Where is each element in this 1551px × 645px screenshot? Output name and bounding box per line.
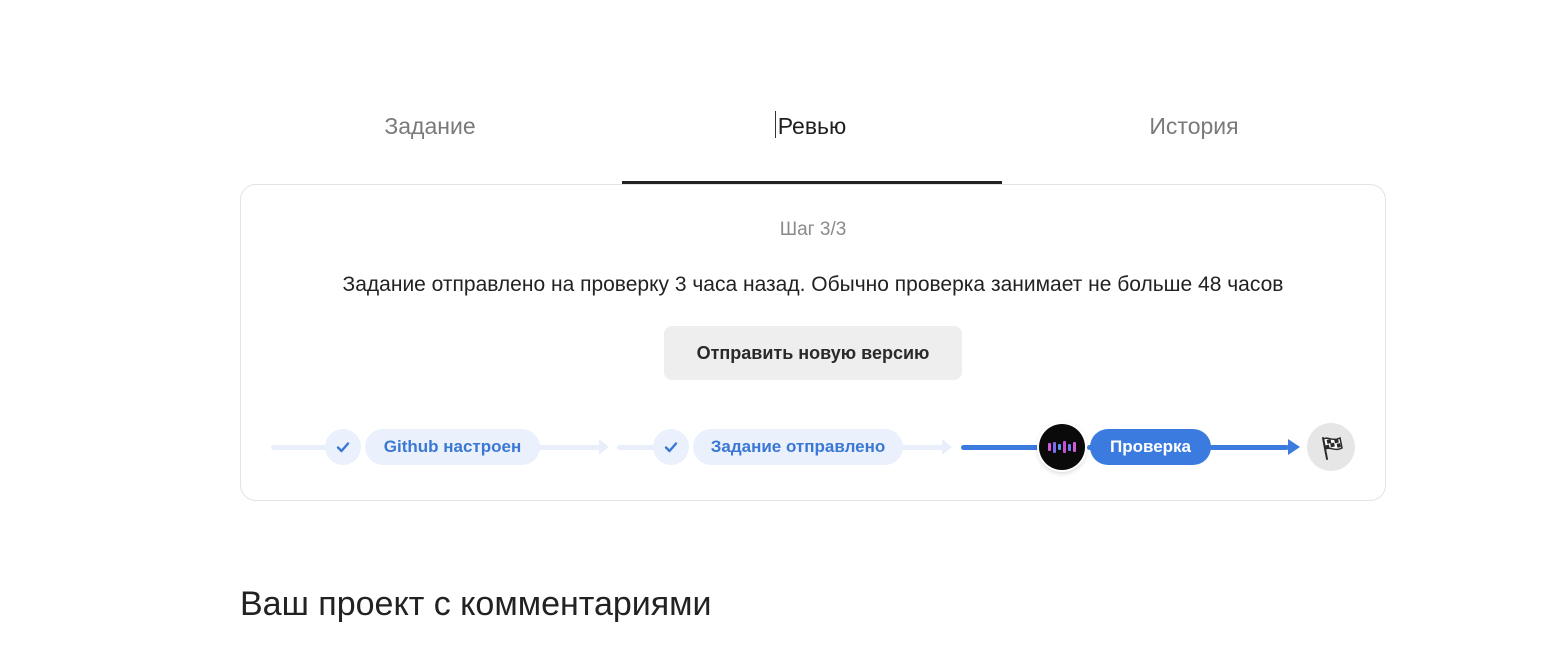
review-status-card: Шаг 3/3 Задание отправлено на проверку 3… bbox=[240, 184, 1386, 501]
progress-stage-github: Github настроен bbox=[365, 429, 540, 465]
review-status-message: Задание отправлено на проверку 3 часа на… bbox=[342, 273, 1284, 296]
tab-label: Задание bbox=[384, 113, 476, 139]
tab-label: История bbox=[1149, 113, 1239, 139]
progress-track: Github настроен Задание отправлено Прове… bbox=[241, 423, 1385, 473]
arrow-right-icon bbox=[942, 439, 952, 455]
tab-assignment[interactable]: Задание bbox=[240, 96, 620, 184]
stage-label: Задание отправлено bbox=[710, 437, 886, 456]
project-comments-heading: Ваш проект с комментариями bbox=[240, 585, 712, 623]
stage-label: Проверка bbox=[1109, 437, 1191, 456]
progress-connector-active bbox=[961, 445, 1041, 450]
tab-history[interactable]: История bbox=[1004, 96, 1384, 184]
text-cursor bbox=[775, 111, 776, 138]
progress-connector bbox=[901, 445, 943, 450]
progress-connector-active bbox=[1209, 445, 1289, 450]
step-indicator: Шаг 3/3 bbox=[779, 219, 847, 240]
stage-label: Github настроен bbox=[383, 437, 522, 456]
progress-stage-submitted: Задание отправлено bbox=[693, 429, 903, 465]
submit-new-version-button[interactable]: Отправить новую версию bbox=[664, 326, 962, 380]
tab-bar: Задание Ревью История bbox=[240, 96, 1386, 184]
progress-stage-review: Проверка bbox=[1090, 429, 1211, 465]
progress-connector bbox=[271, 445, 327, 450]
arrow-right-icon bbox=[1288, 439, 1300, 455]
tab-review[interactable]: Ревью bbox=[622, 96, 1002, 184]
checkered-flag-icon bbox=[1307, 423, 1355, 471]
progress-connector bbox=[617, 445, 655, 450]
arrow-right-icon bbox=[599, 439, 609, 455]
check-icon bbox=[325, 429, 361, 465]
tab-label: Ревью bbox=[777, 113, 847, 139]
check-icon bbox=[653, 429, 689, 465]
progress-connector bbox=[538, 445, 600, 450]
page: Задание Ревью История Шаг 3/3 Задание от… bbox=[0, 0, 1551, 645]
reviewer-avatar[interactable] bbox=[1039, 424, 1085, 470]
